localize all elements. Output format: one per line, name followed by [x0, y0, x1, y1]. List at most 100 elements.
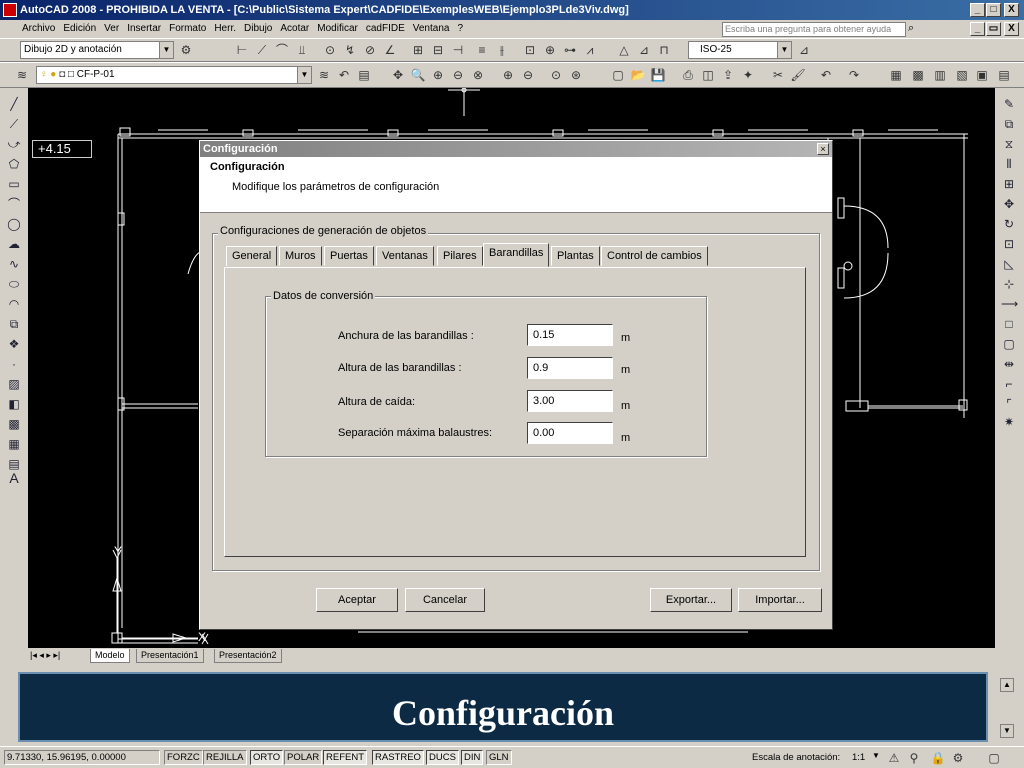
- jogged-linear-icon[interactable]: ⩘: [582, 42, 598, 58]
- tab-puertas[interactable]: Puertas: [324, 246, 374, 266]
- railing-width-input[interactable]: 0.15: [527, 324, 613, 346]
- tab-plantas[interactable]: Plantas: [551, 246, 600, 266]
- properties-icon[interactable]: ▦: [888, 67, 904, 83]
- dimension-text-edit-icon[interactable]: ⊿: [636, 42, 652, 58]
- minimize-button[interactable]: _: [970, 3, 985, 17]
- layer-select[interactable]: ♀ ● ◘ □ CF-P-01 ▼: [36, 66, 312, 84]
- workspace-settings-icon[interactable]: ⚙: [178, 42, 194, 58]
- dimension-edit-icon[interactable]: △: [616, 42, 632, 58]
- rotate-icon[interactable]: ↻: [1001, 216, 1017, 232]
- autocad-app-icon[interactable]: [3, 3, 17, 17]
- jogged-icon[interactable]: ↯: [342, 42, 358, 58]
- fall-height-input[interactable]: 3.00: [527, 390, 613, 412]
- markup-icon[interactable]: ▣: [974, 67, 990, 83]
- maximize-button[interactable]: □: [986, 3, 1001, 17]
- toggle-rejilla[interactable]: REJILLA: [203, 750, 247, 765]
- tray-settings-icon[interactable]: ⚙: [950, 750, 966, 766]
- toggle-forzc[interactable]: FORZC: [164, 750, 203, 765]
- pan-icon[interactable]: ✥: [390, 67, 406, 83]
- zoom-realtime-icon[interactable]: 🔍: [410, 67, 426, 83]
- menu-insertar[interactable]: Insertar: [123, 20, 165, 38]
- annotation-visibility-icon[interactable]: ⚠: [886, 750, 902, 766]
- menu-cadfide[interactable]: cadFIDE: [362, 20, 409, 38]
- save-icon[interactable]: 💾: [650, 67, 666, 83]
- copy-icon[interactable]: ⧉: [1001, 116, 1017, 132]
- diameter-icon[interactable]: ⊘: [362, 42, 378, 58]
- match-properties-icon[interactable]: 🖌: [790, 67, 806, 83]
- layer-previous-icon[interactable]: ↶: [336, 67, 352, 83]
- annotation-scale-value[interactable]: 1:1: [852, 752, 865, 763]
- extend-icon[interactable]: ⟶: [1001, 296, 1018, 312]
- zoom-object-icon[interactable]: ⊛: [568, 67, 584, 83]
- open-file-icon[interactable]: 📂: [630, 67, 646, 83]
- stretch-icon[interactable]: ◺: [1001, 256, 1017, 272]
- menu-ventana[interactable]: Ventana: [409, 20, 454, 38]
- dialog-title-bar[interactable]: Configuración: [200, 141, 832, 157]
- construction-line-icon[interactable]: ⟋: [6, 116, 22, 132]
- line-icon[interactable]: ╱: [6, 96, 22, 112]
- quick-dimension-icon[interactable]: ⊞: [410, 42, 426, 58]
- break-icon[interactable]: ▢: [1001, 336, 1017, 352]
- import-button[interactable]: Importar...: [738, 588, 822, 612]
- make-block-icon[interactable]: ❖: [6, 336, 22, 352]
- tab-muros[interactable]: Muros: [279, 246, 322, 266]
- tab-control-de-cambios[interactable]: Control de cambios: [601, 246, 708, 266]
- rectangle-icon[interactable]: ▭: [6, 176, 22, 192]
- dimension-update-icon[interactable]: ⊓: [656, 42, 672, 58]
- menu-dibujo[interactable]: Dibujo: [240, 20, 276, 38]
- chamfer-icon[interactable]: ⌐: [1001, 376, 1017, 392]
- radius-icon[interactable]: ⊙: [322, 42, 338, 58]
- point-icon[interactable]: ·: [6, 356, 22, 372]
- trim-icon[interactable]: ⊹: [1001, 276, 1017, 292]
- dimension-style-icon[interactable]: ⊿: [796, 42, 812, 58]
- arc-icon[interactable]: ⌒: [6, 196, 22, 212]
- baseline-icon[interactable]: ⊟: [430, 42, 446, 58]
- spline-icon[interactable]: ∿: [6, 256, 22, 272]
- menu-formato[interactable]: Formato: [165, 20, 210, 38]
- print-icon[interactable]: ⎙: [680, 67, 696, 83]
- fillet-icon[interactable]: ⌜: [1001, 396, 1017, 412]
- toggle-din[interactable]: DIN: [461, 750, 484, 765]
- calculator-icon[interactable]: ▤: [996, 67, 1012, 83]
- multiline-text-icon[interactable]: A: [6, 470, 22, 486]
- baluster-spacing-input[interactable]: 0.00: [527, 422, 613, 444]
- doc-restore-button[interactable]: ▭: [986, 22, 1001, 36]
- menu-acotar[interactable]: Acotar: [276, 20, 313, 38]
- dimension-break-icon[interactable]: ⫲: [494, 42, 510, 58]
- polygon-icon[interactable]: ⬠: [6, 156, 22, 172]
- tool-palettes-icon[interactable]: ▥: [932, 67, 948, 83]
- menu-archivo[interactable]: Archivo: [0, 20, 59, 38]
- ellipse-icon[interactable]: ⬭: [6, 276, 22, 292]
- zoom-previous-icon[interactable]: ⊖: [450, 67, 466, 83]
- toggle-polar[interactable]: POLAR: [284, 750, 323, 765]
- dimstyle-select[interactable]: ISO-25 ▼: [688, 41, 792, 59]
- tab-presentacion1[interactable]: Presentación1: [136, 649, 204, 663]
- center-mark-icon[interactable]: ⊕: [542, 42, 558, 58]
- menu-help[interactable]: ?: [453, 20, 467, 38]
- help-search-input[interactable]: Escriba una pregunta para obtener ayuda: [722, 22, 906, 37]
- tolerance-icon[interactable]: ⊡: [522, 42, 538, 58]
- design-center-panel-icon[interactable]: ▩: [910, 67, 926, 83]
- doc-close-button[interactable]: X: [1004, 22, 1019, 36]
- coordinates-readout[interactable]: 9.71330, 15.96195, 0.00000: [4, 750, 160, 765]
- join-icon[interactable]: ⇹: [1001, 356, 1017, 372]
- ordinate-icon[interactable]: ⫫: [294, 42, 310, 58]
- table-icon[interactable]: ▦: [6, 436, 22, 452]
- angular-icon[interactable]: ∠: [382, 42, 398, 58]
- publish-icon[interactable]: ⇪: [720, 67, 736, 83]
- zoom-out-icon[interactable]: ⊖: [520, 67, 536, 83]
- revision-cloud-icon[interactable]: ☁: [6, 236, 22, 252]
- zoom-extents-icon[interactable]: ⊗: [470, 67, 486, 83]
- erase-icon[interactable]: ✎: [1001, 96, 1017, 112]
- menu-herr[interactable]: Herr.: [210, 20, 240, 38]
- toolbar-lock-icon[interactable]: 🔒: [930, 750, 946, 766]
- toggle-rastreo[interactable]: RASTREO: [372, 750, 424, 765]
- redo-icon[interactable]: ↷: [846, 67, 862, 83]
- region-icon[interactable]: ▩: [6, 416, 22, 432]
- continue-icon[interactable]: ⊣: [450, 42, 466, 58]
- inspection-icon[interactable]: ⊶: [562, 42, 578, 58]
- tab-modelo[interactable]: Modelo: [90, 649, 130, 663]
- ellipse-arc-icon[interactable]: ◠: [6, 296, 22, 312]
- move-icon[interactable]: ✥: [1001, 196, 1017, 212]
- sheet-set-icon[interactable]: ▧: [954, 67, 970, 83]
